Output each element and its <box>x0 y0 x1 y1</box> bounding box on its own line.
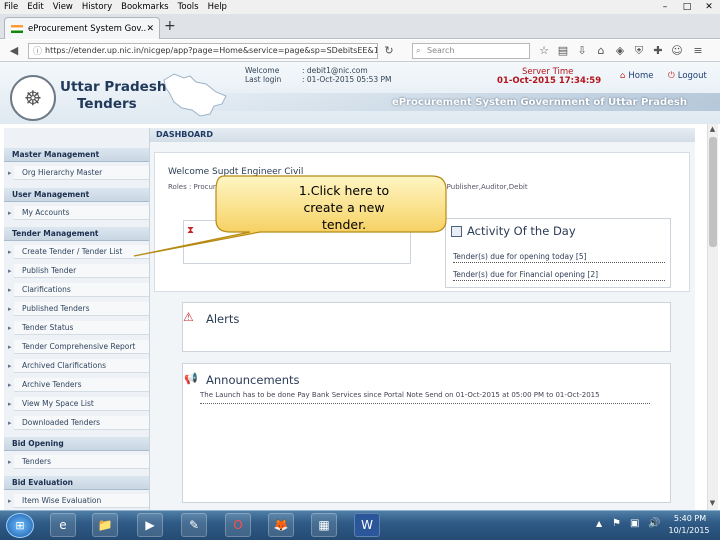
scroll-down-arrow-icon[interactable]: ▼ <box>707 498 718 509</box>
sidebar-item-tender-status[interactable]: Tender Status <box>8 321 149 335</box>
menu-tools[interactable]: Tools <box>178 2 199 12</box>
close-window-button[interactable]: ✕ <box>698 0 720 14</box>
close-tab-icon[interactable]: ✕ <box>146 24 154 34</box>
scroll-up-arrow-icon[interactable]: ▲ <box>707 124 718 135</box>
shield-icon[interactable]: ⛨ <box>631 43 647 59</box>
url-text: https://etender.up.nic.in/nicgep/app?pag… <box>45 46 378 55</box>
dashboard-tab[interactable]: DASHBOARD <box>150 128 695 142</box>
word-icon[interactable]: W <box>354 513 380 537</box>
home-icon: ⌂ <box>620 71 626 81</box>
search-icon: ⌕ <box>416 46 421 55</box>
logout-icon: ⏻ <box>668 71 675 81</box>
hamburger-menu-icon[interactable]: ≡ <box>690 43 706 59</box>
sidebar-section-user-management[interactable]: User Management <box>4 188 149 202</box>
home-link[interactable]: ⌂ Home <box>620 71 654 81</box>
volume-icon[interactable]: 🔊 <box>648 518 660 529</box>
menu-history[interactable]: History <box>82 2 112 12</box>
scroll-thumb[interactable] <box>709 137 717 247</box>
search-placeholder: Search <box>427 46 455 55</box>
logout-label: Logout <box>677 71 707 81</box>
file-explorer-icon[interactable]: 📁 <box>92 513 118 537</box>
flag-tray-icon[interactable]: ⚑ <box>612 518 621 529</box>
address-bar[interactable]: ⓘ https://etender.up.nic.in/nicgep/app?p… <box>28 43 378 59</box>
sidebar-section-bid-opening[interactable]: Bid Opening <box>4 437 149 451</box>
sidebar-item-downloaded-tenders[interactable]: Downloaded Tenders <box>8 416 149 430</box>
site-info-icon[interactable]: ⓘ <box>33 45 42 58</box>
sidebar-item-tenders[interactable]: Tenders <box>8 455 149 469</box>
sidebar: Master Management Org Hierarchy Master U… <box>4 128 150 510</box>
browser-menu-bar: File Edit View History Bookmarks Tools H… <box>0 0 720 14</box>
media-player-icon[interactable]: ▶ <box>137 513 163 537</box>
reload-icon[interactable]: ↻ <box>381 43 397 59</box>
menu-bookmarks[interactable]: Bookmarks <box>121 2 169 12</box>
menu-edit[interactable]: Edit <box>27 2 43 12</box>
window-controls: – □ ✕ <box>654 0 720 14</box>
back-arrow-icon[interactable]: ◀ <box>6 43 22 59</box>
up-map-icon <box>163 73 227 117</box>
opera-icon[interactable]: O <box>225 513 251 537</box>
sidebar-item-tender-comprehensive-report[interactable]: Tender Comprehensive Report <box>8 340 149 354</box>
minimize-button[interactable]: – <box>654 0 676 14</box>
calendar-icon <box>451 226 462 237</box>
clock-date[interactable]: 10/1/2015 <box>664 526 714 535</box>
smiley-icon[interactable]: ☺ <box>669 43 685 59</box>
tray-expand-icon[interactable]: ▲ <box>596 519 602 528</box>
sidebar-item-published-tenders[interactable]: Published Tenders <box>8 302 149 316</box>
india-flag-icon <box>11 24 23 33</box>
activity-item-opening-today[interactable]: Tender(s) due for opening today [5] <box>453 252 665 263</box>
alerts-panel <box>182 302 671 352</box>
announcement-text: The Launch has to be done Pay Bank Servi… <box>200 391 650 404</box>
alerts-title: Alerts <box>206 312 240 326</box>
extension-icon[interactable]: ✚ <box>650 43 666 59</box>
sidebar-item-view-my-space-list[interactable]: View My Space List <box>8 397 149 411</box>
bookmark-star-icon[interactable]: ☆ <box>536 43 552 59</box>
last-login-value: : 01-Oct-2015 05:53 PM <box>302 75 392 84</box>
home-browser-icon[interactable]: ⌂ <box>593 43 609 59</box>
brand-line-2: Tenders <box>77 96 137 112</box>
tab-title: eProcurement System Gov... <box>28 23 147 34</box>
windows-start-button[interactable]: ⊞ <box>6 513 34 538</box>
network-icon[interactable]: ▣ <box>630 518 639 529</box>
pocket-icon[interactable]: ◈ <box>612 43 628 59</box>
warning-icon: ⚠ <box>183 310 194 324</box>
brand-line-1: Uttar Pradesh <box>60 79 167 95</box>
logout-link[interactable]: ⏻ Logout <box>668 71 707 81</box>
internet-explorer-icon[interactable]: e <box>50 513 76 537</box>
callout-text: 1.Click here to create a new tender. <box>298 183 390 232</box>
home-label: Home <box>628 71 654 81</box>
activity-item-financial-opening[interactable]: Tender(s) due for Financial opening [2] <box>453 270 665 281</box>
welcome-label: Welcome <box>245 66 280 75</box>
search-input[interactable]: ⌕ Search <box>412 43 530 59</box>
maximize-button[interactable]: □ <box>676 0 698 14</box>
menu-view[interactable]: View <box>53 2 73 12</box>
browser-tab[interactable]: eProcurement System Gov... ✕ <box>4 17 160 39</box>
download-icon[interactable]: ⇩ <box>574 43 590 59</box>
sidebar-section-tender-management[interactable]: Tender Management <box>4 227 149 241</box>
site-title: eProcurement System Government of Uttar … <box>392 97 687 108</box>
menu-help[interactable]: Help <box>208 2 227 12</box>
firefox-icon[interactable]: 🦊 <box>268 513 294 537</box>
up-emblem-logo: ☸ <box>10 75 56 121</box>
sidebar-section-master-management[interactable]: Master Management <box>4 148 149 162</box>
reading-list-icon[interactable]: ▤ <box>555 43 571 59</box>
activity-title: Activity Of the Day <box>467 224 576 238</box>
archive-icon[interactable]: ▦ <box>311 513 337 537</box>
announcements-title: Announcements <box>206 373 300 387</box>
sidebar-item-archive-tenders[interactable]: Archive Tenders <box>8 378 149 392</box>
megaphone-icon: 📢 <box>184 372 198 385</box>
server-time-value: 01-Oct-2015 17:34:59 <box>497 76 602 86</box>
new-tab-button[interactable]: + <box>164 18 176 34</box>
menu-file[interactable]: File <box>4 2 18 12</box>
sidebar-section-bid-evaluation[interactable]: Bid Evaluation <box>4 476 149 490</box>
clock-time[interactable]: 5:40 PM <box>670 514 710 523</box>
paint-icon[interactable]: ✎ <box>181 513 207 537</box>
welcome-value: : debit1@nic.com <box>302 66 368 75</box>
sidebar-item-archived-clarifications[interactable]: Archived Clarifications <box>8 359 149 373</box>
last-login-label: Last login <box>245 75 282 84</box>
sidebar-item-clarifications[interactable]: Clarifications <box>8 283 149 297</box>
sidebar-item-item-wise-evaluation[interactable]: Item Wise Evaluation <box>8 494 149 508</box>
